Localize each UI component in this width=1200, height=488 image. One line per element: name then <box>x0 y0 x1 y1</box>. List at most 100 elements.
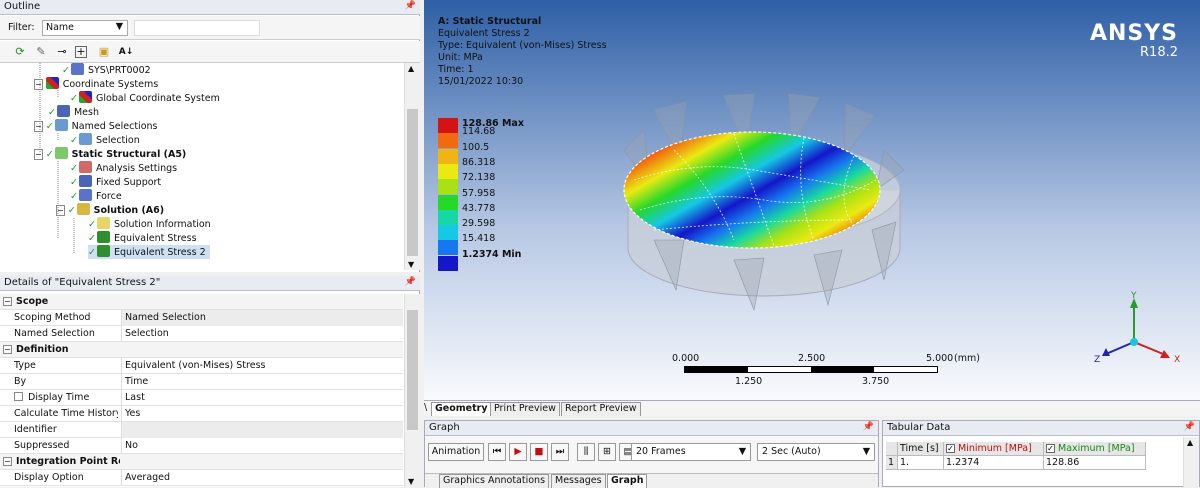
tree-connect-icon[interactable]: ⊸ <box>54 44 70 60</box>
collapse-icon[interactable]: − <box>3 457 12 466</box>
pin-icon[interactable]: 📌 <box>863 422 874 432</box>
graphics-viewport[interactable]: A: Static Structural Equivalent Stress 2… <box>424 0 1200 416</box>
result-sets-icon[interactable]: ⊞ <box>598 443 616 461</box>
cell-maximum[interactable]: 128.86 <box>1044 456 1146 470</box>
prev-frame-icon[interactable]: ⏮ <box>488 443 506 461</box>
details-value[interactable]: Time <box>121 374 403 390</box>
tree-item-fixed-support[interactable]: ✓ Fixed Support <box>70 175 161 189</box>
wrench-icon[interactable]: ✎ <box>33 44 49 60</box>
details-row[interactable]: Named Selection Selection <box>0 326 403 342</box>
tree-item-mesh[interactable]: ✓ Mesh <box>48 105 99 119</box>
details-key: Named Selection <box>14 328 118 339</box>
details-value[interactable] <box>121 422 403 438</box>
tab-print-preview[interactable]: Print Preview <box>490 402 560 416</box>
details-group-header[interactable]: −Integration Point Results <box>0 454 403 470</box>
details-row[interactable]: Display Time Last <box>0 390 403 406</box>
tree-item-selection[interactable]: ✓ Selection <box>70 133 140 147</box>
collapse-icon[interactable]: − <box>3 345 12 354</box>
details-value[interactable]: Averaged <box>121 470 403 486</box>
tree-item-sys-prt[interactable]: ✓ SYS\PRT0002 <box>62 63 151 77</box>
details-value[interactable]: No <box>121 438 403 454</box>
next-frame-icon[interactable]: ⏭ <box>551 443 569 461</box>
outline-scrollbar[interactable]: ▲ ▼ <box>404 63 420 270</box>
analysis-icon <box>54 147 68 159</box>
scroll-up-icon[interactable]: ▲ <box>1187 438 1193 447</box>
legend-swatch <box>438 240 458 256</box>
tree-item-analysis-settings[interactable]: ✓ Analysis Settings <box>70 161 177 175</box>
refresh-icon[interactable]: ⟳ <box>12 44 28 60</box>
tab-report-preview[interactable]: Report Preview <box>561 402 641 416</box>
cell-time[interactable]: 1. <box>898 456 944 470</box>
folder-icon[interactable]: ▣ <box>96 44 112 60</box>
distributed-frames-icon[interactable]: ⫼ <box>577 443 595 461</box>
details-value[interactable]: Selection <box>121 326 403 342</box>
pin-icon[interactable]: 📌 <box>405 277 416 287</box>
details-value[interactable]: Last <box>121 390 403 406</box>
details-scrollbar[interactable]: ▼ <box>404 294 420 487</box>
expand-all-icon[interactable]: + <box>75 46 87 58</box>
details-row[interactable]: Scoping Method Named Selection <box>0 310 403 326</box>
tree-item-global-coordinate-system[interactable]: ✓ Global Coordinate System <box>70 91 220 105</box>
details-row[interactable]: Identifier <box>0 422 403 438</box>
tree-item-solution-information[interactable]: ✓ Solution Information <box>88 217 211 231</box>
tree-item-solution[interactable]: − ✓ Solution (A6) <box>56 203 164 217</box>
tabular-scrollbar[interactable]: ▲ <box>1183 437 1199 487</box>
details-row[interactable]: Display Option Averaged <box>0 470 403 486</box>
details-row[interactable]: Calculate Time History Yes <box>0 406 403 422</box>
check-icon[interactable]: ✓ <box>946 444 955 453</box>
details-row[interactable]: By Time <box>0 374 403 390</box>
filter-search-input[interactable] <box>134 20 260 36</box>
graph-bottom-tabs: Graphics Annotations Messages Graph <box>425 473 878 488</box>
cell-minimum[interactable]: 1.2374 <box>944 456 1044 470</box>
tree-item-coordinate-systems[interactable]: − Coordinate Systems <box>34 77 158 91</box>
play-icon[interactable]: ▶ <box>509 443 527 461</box>
axis-y-label: Y <box>1130 291 1137 301</box>
pin-icon[interactable]: 📌 <box>1184 422 1195 432</box>
scroll-up-icon[interactable]: ▲ <box>408 64 414 73</box>
details-value[interactable]: Named Selection <box>121 310 403 326</box>
sort-az-icon[interactable]: A↓ <box>118 44 134 60</box>
result-header: A: Static Structural Equivalent Stress 2… <box>438 16 607 88</box>
duration-dropdown[interactable]: 2 Sec (Auto) ▼ <box>757 443 875 461</box>
scroll-down-icon[interactable]: ▼ <box>408 477 414 486</box>
details-group-header[interactable]: − Scope <box>0 294 403 310</box>
scroll-thumb[interactable] <box>407 109 418 256</box>
details-value[interactable]: Yes <box>121 406 403 422</box>
tab-graphics-annotations[interactable]: Graphics Annotations <box>439 474 550 488</box>
tree-item-equivalent-stress[interactable]: ✓ Equivalent Stress <box>88 231 197 245</box>
details-group-header[interactable]: − Definition <box>0 342 403 358</box>
legend-label: 86.318 <box>462 156 496 168</box>
col-header-minimum[interactable]: ✓ Minimum [MPa] <box>944 442 1044 456</box>
stop-icon[interactable]: ■ <box>530 443 548 461</box>
checkbox[interactable] <box>14 392 23 401</box>
outline-tree: ✓ SYS\PRT0002 − Coordinate Systems ✓ Global… <box>0 63 404 270</box>
axis-icon <box>78 91 92 103</box>
graph-title-bar: Graph 📌 <box>425 421 878 436</box>
details-key: Identifier <box>14 424 118 435</box>
details-value[interactable]: Equivalent (von-Mises) Stress <box>121 358 403 374</box>
col-header-maximum[interactable]: ✓ Maximum [MPa] <box>1044 442 1146 456</box>
legend-swatch <box>438 255 458 271</box>
scroll-down-icon[interactable]: ▼ <box>408 260 414 269</box>
col-header-time[interactable]: Time [s] <box>898 442 944 456</box>
legend-swatch <box>438 118 458 133</box>
stress-contour-face <box>623 131 881 249</box>
tree-item-force[interactable]: ✓ Force <box>70 189 122 203</box>
chevron-down-icon: ▼ <box>862 446 870 457</box>
tree-item-equivalent-stress-2[interactable]: ✓ Equivalent Stress 2 <box>88 245 210 259</box>
frames-dropdown[interactable]: 20 Frames ▼ <box>631 443 751 461</box>
filter-dropdown[interactable]: Name ▼ <box>42 20 128 36</box>
collapse-icon[interactable]: − <box>3 297 12 306</box>
details-key-text: By <box>14 376 27 387</box>
tree-item-static-structural[interactable]: − ✓ Static Structural (A5) <box>34 147 186 161</box>
tab-graph[interactable]: Graph <box>607 474 648 488</box>
tab-geometry[interactable]: Geometry <box>431 402 492 416</box>
tree-item-named-selections[interactable]: − ✓ Named Selections <box>34 119 157 133</box>
pin-icon[interactable]: 📌 <box>405 1 416 11</box>
tab-nav-icon[interactable]: \ <box>424 402 427 413</box>
details-row[interactable]: Suppressed No <box>0 438 403 454</box>
check-icon[interactable]: ✓ <box>1046 444 1055 453</box>
scroll-thumb[interactable] <box>407 310 418 430</box>
tab-messages[interactable]: Messages <box>551 474 606 488</box>
details-row[interactable]: Type Equivalent (von-Mises) Stress <box>0 358 403 374</box>
